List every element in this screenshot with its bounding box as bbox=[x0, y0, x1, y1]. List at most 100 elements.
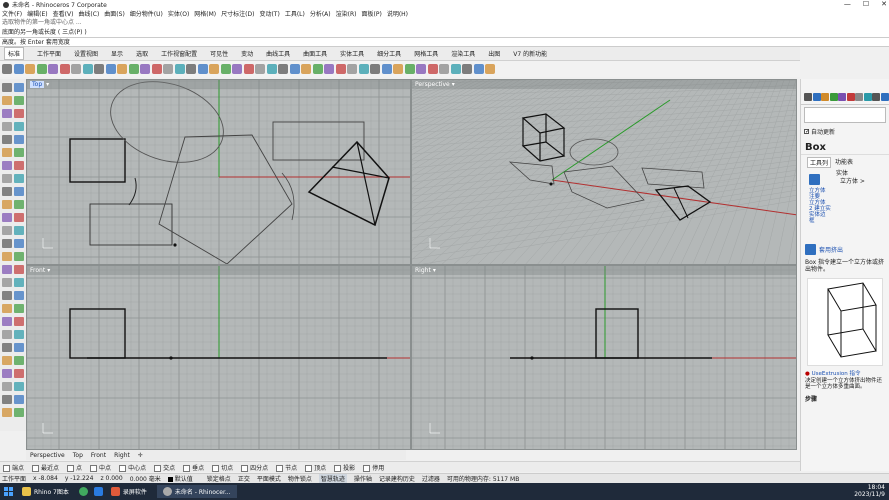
panel-tab-icon[interactable] bbox=[838, 93, 846, 101]
toolbar-tool-icon[interactable] bbox=[404, 64, 415, 74]
toolbar-tool-icon[interactable] bbox=[220, 64, 231, 74]
toolbar-tool-icon[interactable] bbox=[82, 64, 93, 74]
menu-edit[interactable]: 编辑(E) bbox=[27, 9, 47, 18]
tab-solid-tools[interactable]: 实体工具 bbox=[340, 49, 364, 58]
toolbar-tool-icon[interactable] bbox=[71, 64, 81, 74]
taskbar-rhino-help[interactable]: Rhino 7图本 bbox=[22, 487, 69, 496]
extrude-link[interactable]: 套用挤出 bbox=[819, 245, 843, 254]
close-button[interactable]: ✕ bbox=[881, 0, 887, 8]
left-tool-icon[interactable] bbox=[2, 330, 12, 339]
toolbar-tool-icon[interactable] bbox=[358, 64, 369, 74]
left-tool-icon[interactable] bbox=[14, 304, 24, 313]
osnap-int[interactable]: 交点 bbox=[154, 463, 175, 472]
tab-drafting[interactable]: 出图 bbox=[488, 49, 500, 58]
tab-subd-tools[interactable]: 细分工具 bbox=[377, 49, 401, 58]
left-tool-icon[interactable] bbox=[2, 174, 12, 183]
toolbar-tool-icon[interactable] bbox=[485, 64, 495, 74]
toolbar-tool-icon[interactable] bbox=[450, 64, 461, 74]
viewport-menu-icon[interactable]: ▾ bbox=[46, 81, 49, 88]
left-tool-icon[interactable] bbox=[14, 408, 24, 417]
toolbar-tool-icon[interactable] bbox=[232, 64, 242, 74]
panel-tab-icon[interactable] bbox=[880, 93, 889, 101]
toolbar-tool-icon[interactable] bbox=[25, 64, 35, 74]
left-tool-icon[interactable] bbox=[14, 395, 24, 404]
osnap-knot[interactable]: 节点 bbox=[276, 463, 297, 472]
vp-tab-front[interactable]: Front bbox=[91, 452, 106, 459]
left-tool-icon[interactable] bbox=[14, 382, 24, 391]
left-tool-icon[interactable] bbox=[2, 135, 12, 144]
left-tool-icon[interactable] bbox=[14, 174, 24, 183]
menu-mesh[interactable]: 网格(M) bbox=[194, 9, 216, 18]
left-tool-icon[interactable] bbox=[14, 213, 24, 222]
left-tool-icon[interactable] bbox=[2, 109, 12, 118]
left-tool-icon[interactable] bbox=[14, 161, 24, 170]
toolbar-tool-icon[interactable] bbox=[94, 64, 104, 74]
menu-panels[interactable]: 面板(P) bbox=[362, 9, 382, 18]
toolbar-tool-icon[interactable] bbox=[301, 64, 311, 74]
left-tool-icon[interactable] bbox=[2, 356, 12, 365]
left-tool-icon[interactable] bbox=[14, 200, 24, 209]
help-link[interactable]: 框 bbox=[809, 218, 831, 224]
toolbar-tool-icon[interactable] bbox=[174, 64, 185, 74]
left-tool-icon[interactable] bbox=[2, 252, 12, 261]
status-osnap[interactable]: 物件锁点 bbox=[288, 474, 312, 483]
viewport-menu-icon[interactable]: ▾ bbox=[433, 267, 436, 274]
toolbar-tool-icon[interactable] bbox=[117, 64, 127, 74]
left-tool-icon[interactable] bbox=[2, 96, 12, 105]
panel-tab-icon[interactable] bbox=[821, 93, 829, 101]
panel-tab-icon[interactable] bbox=[863, 93, 872, 101]
viewport-top-label[interactable]: Top bbox=[30, 81, 45, 88]
toolbar-tool-icon[interactable] bbox=[393, 64, 403, 74]
status-history[interactable]: 记录建构历史 bbox=[379, 474, 415, 483]
viewport-menu-icon[interactable]: ▾ bbox=[47, 267, 50, 274]
use-extrusion-link[interactable]: UseExtrusion 指令 bbox=[812, 371, 861, 377]
minimize-button[interactable]: — bbox=[844, 0, 851, 8]
tab-cplanes[interactable]: 工作平面 bbox=[37, 49, 61, 58]
left-tool-icon[interactable] bbox=[14, 291, 24, 300]
osnap-vertex[interactable]: 顶点 bbox=[305, 463, 326, 472]
tab-display[interactable]: 显示 bbox=[111, 49, 123, 58]
menu-solid[interactable]: 实体(O) bbox=[168, 9, 189, 18]
menu-help[interactable]: 说明(H) bbox=[387, 9, 408, 18]
extrude-tool-icon[interactable] bbox=[805, 244, 816, 255]
status-ortho[interactable]: 正交 bbox=[238, 474, 250, 483]
left-tool-icon[interactable] bbox=[14, 187, 24, 196]
tab-mesh-tools[interactable]: 网格工具 bbox=[414, 49, 438, 58]
left-tool-icon[interactable] bbox=[2, 213, 12, 222]
tab-surface-tools[interactable]: 曲面工具 bbox=[303, 49, 327, 58]
toolbar-tool-icon[interactable] bbox=[36, 64, 47, 74]
menu-dimension[interactable]: 尺寸标注(D) bbox=[221, 9, 254, 18]
toolbar-tool-icon[interactable] bbox=[163, 64, 173, 74]
tab-set-view[interactable]: 设置视图 bbox=[74, 49, 98, 58]
panel-tab-icon[interactable] bbox=[812, 93, 821, 101]
left-tool-icon[interactable] bbox=[14, 239, 24, 248]
left-tool-icon[interactable] bbox=[14, 148, 24, 157]
taskbar-recorder[interactable]: 录屏软件 bbox=[110, 487, 147, 496]
tab-viewport-layout[interactable]: 工作视窗配置 bbox=[161, 49, 197, 58]
viewport-top[interactable]: Top ▾ bbox=[26, 79, 411, 265]
toolbar-tool-icon[interactable] bbox=[151, 64, 162, 74]
box-tool-icon[interactable] bbox=[809, 174, 820, 185]
tab-curve-tools[interactable]: 曲线工具 bbox=[266, 49, 290, 58]
left-tool-icon[interactable] bbox=[2, 317, 12, 326]
toolbar-tool-icon[interactable] bbox=[266, 64, 277, 74]
panel-tab-icon[interactable] bbox=[855, 93, 863, 101]
menu-file[interactable]: 文件(F) bbox=[2, 9, 22, 18]
left-tool-icon[interactable] bbox=[2, 161, 12, 170]
left-tool-icon[interactable] bbox=[2, 226, 12, 235]
vp-tab-perspective[interactable]: Perspective bbox=[30, 452, 65, 459]
toolbar-tool-icon[interactable] bbox=[289, 64, 300, 74]
left-tool-icon[interactable] bbox=[2, 382, 12, 391]
osnap-mid[interactable]: 中点 bbox=[90, 463, 111, 472]
add-viewport-tab-button[interactable]: ✛ bbox=[138, 452, 143, 459]
osnap-point[interactable]: 点 bbox=[67, 463, 82, 472]
toolbar-tool-icon[interactable] bbox=[243, 64, 254, 74]
help-tab-menu[interactable]: 功能表 bbox=[835, 157, 853, 168]
osnap-near[interactable]: 最近点 bbox=[32, 463, 59, 472]
toolbar-tool-icon[interactable] bbox=[462, 64, 472, 74]
viewport-perspective-label[interactable]: Perspective bbox=[415, 81, 450, 88]
status-gumball[interactable]: 操作轴 bbox=[354, 474, 372, 483]
left-tool-icon[interactable] bbox=[2, 304, 12, 313]
left-tool-icon[interactable] bbox=[14, 96, 24, 105]
toolbar-tool-icon[interactable] bbox=[324, 64, 334, 74]
